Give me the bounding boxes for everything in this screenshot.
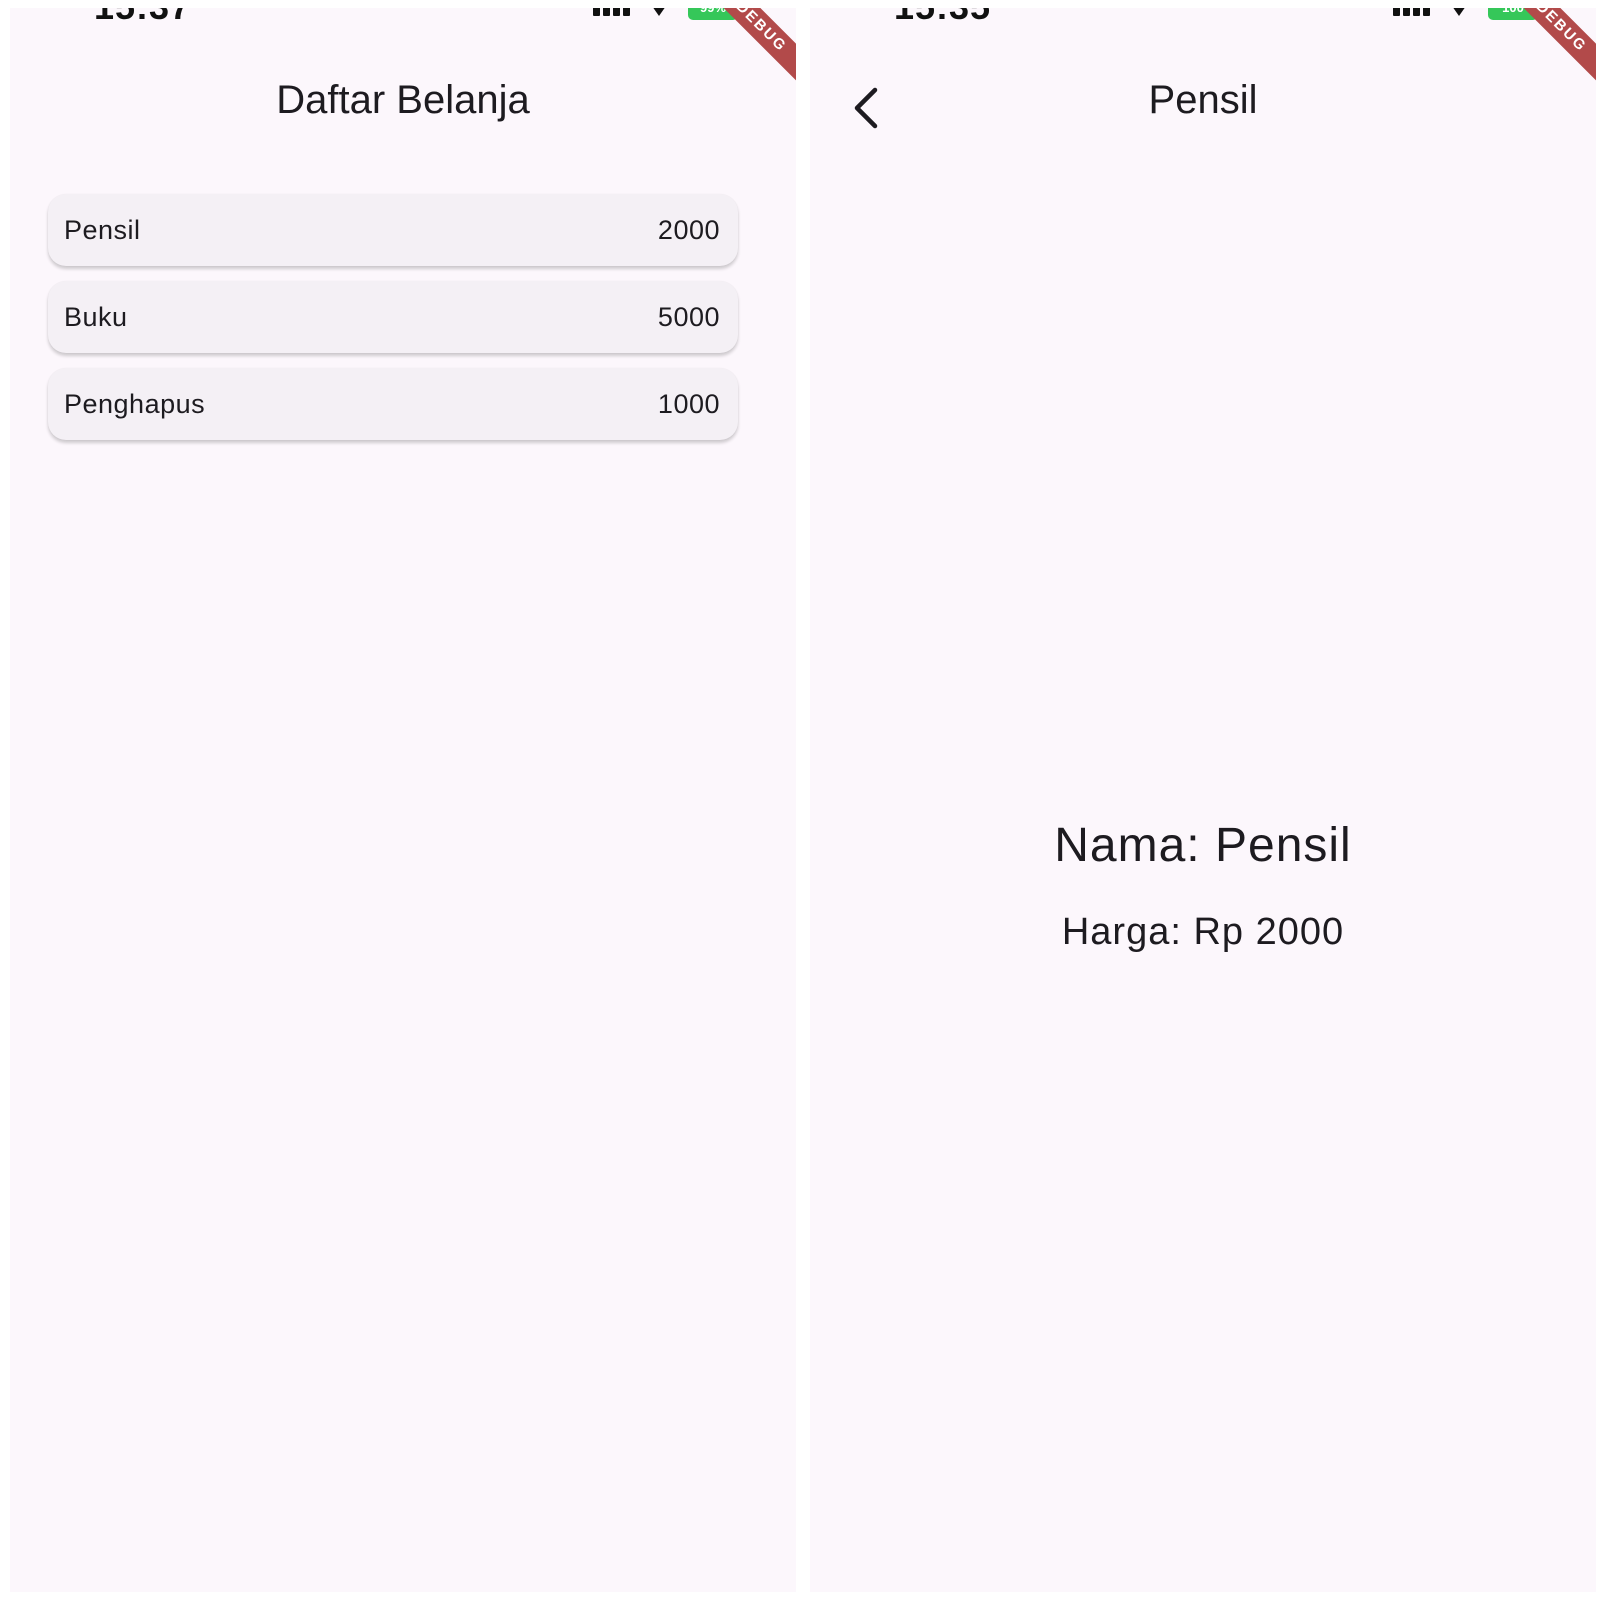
- status-time: 15:37: [94, 8, 191, 28]
- detail-price: Harga: Rp 2000: [1061, 911, 1345, 953]
- status-icons: 100: [1393, 8, 1538, 20]
- status-time: 15:35: [894, 8, 991, 28]
- item-detail-screen: 15:35 100 DEBUG Pensil Nama: Pensil Harg…: [810, 8, 1596, 1592]
- wifi-icon: [1452, 8, 1466, 16]
- item-name: Buku: [64, 301, 128, 332]
- list-item-pensil[interactable]: Pensil 2000: [48, 194, 738, 266]
- page-title: Pensil: [1148, 78, 1258, 122]
- item-name: Penghapus: [64, 388, 206, 419]
- item-price: 2000: [657, 214, 720, 245]
- detail-name: Nama: Pensil: [1054, 819, 1352, 872]
- shopping-list-screen: 15:37 99% DEBUG Daftar Belanja Pensil 20…: [10, 8, 796, 1592]
- signal-icon: [1393, 8, 1430, 16]
- list-item-penghapus[interactable]: Penghapus 1000: [48, 368, 738, 440]
- item-price: 1000: [657, 388, 720, 419]
- status-icons: 99%: [593, 8, 738, 20]
- page-title: Daftar Belanja: [276, 78, 530, 122]
- item-list: Pensil 2000 Buku 5000 Penghapus 1000: [48, 194, 738, 455]
- signal-icon: [593, 8, 630, 16]
- item-name: Pensil: [64, 214, 141, 245]
- stage: 15:37 99% DEBUG Daftar Belanja Pensil 20…: [0, 0, 1600, 1600]
- wifi-icon: [652, 8, 666, 16]
- item-price: 5000: [657, 301, 720, 332]
- list-item-buku[interactable]: Buku 5000: [48, 281, 738, 353]
